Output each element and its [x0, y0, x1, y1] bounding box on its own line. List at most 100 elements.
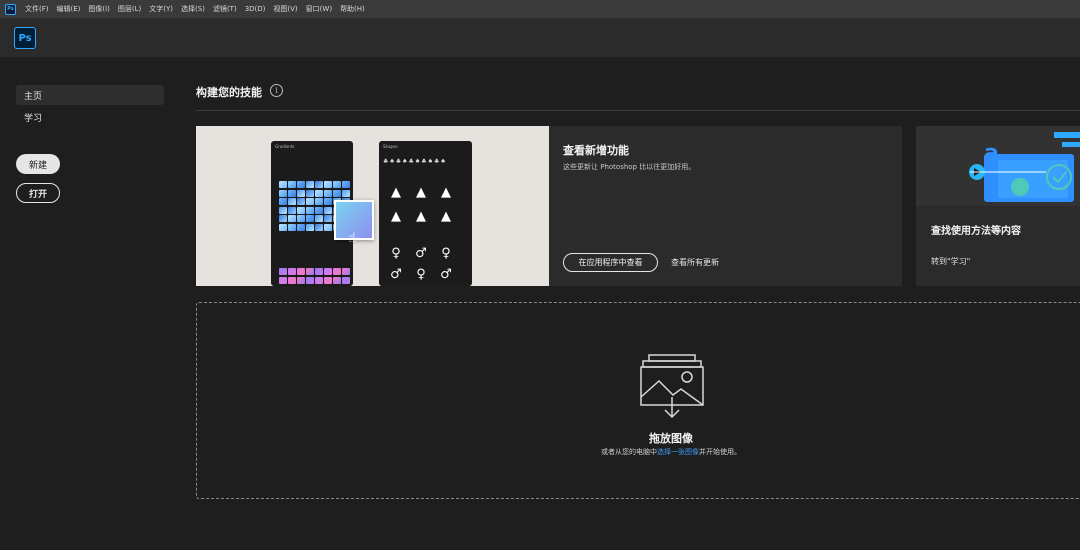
tree-icon: ▲: [391, 208, 401, 224]
menu-type[interactable]: 文字(Y): [145, 4, 177, 14]
gradient-swatch: [333, 276, 341, 284]
gradient-swatch: [306, 198, 314, 205]
menu-filter[interactable]: 滤镜(T): [209, 4, 241, 14]
whats-new-title: 查看新增功能: [563, 144, 629, 157]
gradient-swatch: [306, 206, 314, 214]
section-title: 构建您的技能: [196, 86, 262, 99]
tree-icon: ▲: [391, 184, 401, 200]
gradient-swatch: [324, 223, 332, 231]
gradient-swatch: [297, 181, 305, 188]
tree-icon: ▲: [441, 184, 451, 200]
gradient-swatch: [279, 276, 287, 284]
info-icon[interactable]: i: [270, 84, 283, 97]
gradient-swatch: [324, 268, 332, 275]
gradient-swatch: [279, 198, 287, 205]
menu-help[interactable]: 帮助(H): [336, 4, 369, 14]
whats-new-image: Gradients ☝ Shapes ♣♠♣♠♣♠♣♠♣♠ ▲ ▲ ▲ ▲ ▲ …: [196, 126, 549, 286]
gradient-swatch: [288, 276, 296, 284]
figure-icon: ♂: [390, 266, 402, 282]
drop-desc-suffix: 并开始使用。: [699, 448, 741, 456]
gradient-swatch: [306, 215, 314, 222]
gradient-swatch: [288, 181, 296, 188]
gradient-swatch: [324, 181, 332, 188]
gradients-panel-title: Gradients: [275, 144, 295, 149]
menu-3d[interactable]: 3D(D): [241, 5, 270, 13]
gradient-swatch: [333, 189, 341, 197]
learn-card[interactable]: a 查找使用方法等内容 转到"学习": [916, 126, 1080, 286]
figure-icon: ♂: [415, 245, 427, 261]
menu-image[interactable]: 图像(I): [84, 4, 114, 14]
menu-window[interactable]: 窗口(W): [302, 4, 336, 14]
menu-layer[interactable]: 图层(L): [114, 4, 145, 14]
figure-icon: ♀: [391, 245, 401, 261]
learn-illustration-svg: a: [969, 132, 1080, 202]
menu-file[interactable]: 文件(F): [21, 4, 53, 14]
image-drop-icon: [640, 354, 704, 419]
gradient-swatch: [306, 223, 314, 231]
gradient-swatch: [315, 268, 323, 275]
gradient-swatch: [297, 276, 305, 284]
gradient-swatch: [306, 268, 314, 275]
gradient-swatch: [288, 215, 296, 222]
hand-cursor-icon: ☝: [348, 230, 357, 246]
gradient-swatch: [279, 268, 287, 275]
shapes-strip-icon: ♣♠♣♠♣♠♣♠♣♠: [383, 158, 447, 165]
gradient-swatch: [315, 181, 323, 188]
tree-icon: ▲: [441, 208, 451, 224]
gradient-swatch: [297, 215, 305, 222]
gradient-swatch: [297, 198, 305, 205]
gradient-swatch: [324, 198, 332, 205]
drop-zone-description: 或者从您的电脑中选择一张图像并开始使用。: [197, 447, 1080, 457]
gradient-swatch: [288, 206, 296, 214]
gradient-swatch: [342, 189, 350, 197]
select-image-link[interactable]: 选择一张图像: [657, 448, 699, 456]
view-all-updates-link[interactable]: 查看所有更新: [671, 257, 719, 268]
app-icon[interactable]: Ps: [5, 3, 16, 15]
gradient-swatch: [288, 189, 296, 197]
gradient-swatch: [288, 268, 296, 275]
gradient-swatch: [279, 189, 287, 197]
photoshop-logo: Ps: [14, 27, 36, 49]
sidebar-item-home[interactable]: 主页: [16, 85, 164, 105]
whats-new-description: 这些更新让 Photoshop 比以往更加好用。: [563, 163, 696, 171]
sidebar: 主页 学习 新建 打开: [0, 59, 176, 550]
gradient-swatch: [324, 189, 332, 197]
menu-edit[interactable]: 编辑(E): [53, 4, 85, 14]
gradient-swatch: [342, 181, 350, 188]
view-in-app-button[interactable]: 在应用程序中查看: [563, 253, 658, 272]
gradient-swatch: [315, 189, 323, 197]
gradient-swatch: [315, 198, 323, 205]
gradient-swatch: [297, 268, 305, 275]
drop-desc-prefix: 或者从您的电脑中: [601, 448, 657, 456]
shapes-panel-title: Shapes: [383, 144, 398, 149]
gradient-swatch: [297, 223, 305, 231]
open-button[interactable]: 打开: [16, 183, 60, 203]
gradient-swatch: [279, 206, 287, 214]
gradient-swatch: [333, 268, 341, 275]
menu-select[interactable]: 选择(S): [177, 4, 209, 14]
gradient-swatch: [315, 215, 323, 222]
figure-icon: ♂: [440, 266, 452, 282]
gradient-swatch: [342, 268, 350, 275]
figure-icon: ♀: [416, 266, 426, 282]
gradient-swatch: [315, 223, 323, 231]
gradient-swatch: [306, 276, 314, 284]
sidebar-item-label: 主页: [24, 91, 43, 102]
gradient-swatch: [288, 198, 296, 205]
menu-view[interactable]: 视图(V): [269, 4, 301, 14]
gradient-swatch: [324, 276, 332, 284]
gradient-swatch: [279, 223, 287, 231]
tree-icon: ▲: [416, 208, 426, 224]
gradient-swatch: [333, 181, 341, 188]
gradient-swatch: [306, 189, 314, 197]
app-header: Ps: [0, 18, 1080, 58]
tree-icon: ▲: [416, 184, 426, 200]
gradient-swatch: [342, 276, 350, 284]
image-drop-zone[interactable]: 拖放图像 或者从您的电脑中选择一张图像并开始使用。: [196, 302, 1080, 499]
gradient-swatch: [306, 181, 314, 188]
sidebar-item-learn[interactable]: 学习: [16, 107, 164, 127]
go-to-learn-link[interactable]: 转到"学习": [931, 256, 970, 267]
gradient-swatch: [324, 206, 332, 214]
new-button[interactable]: 新建: [16, 154, 60, 174]
learn-illustration: a: [916, 126, 1080, 206]
